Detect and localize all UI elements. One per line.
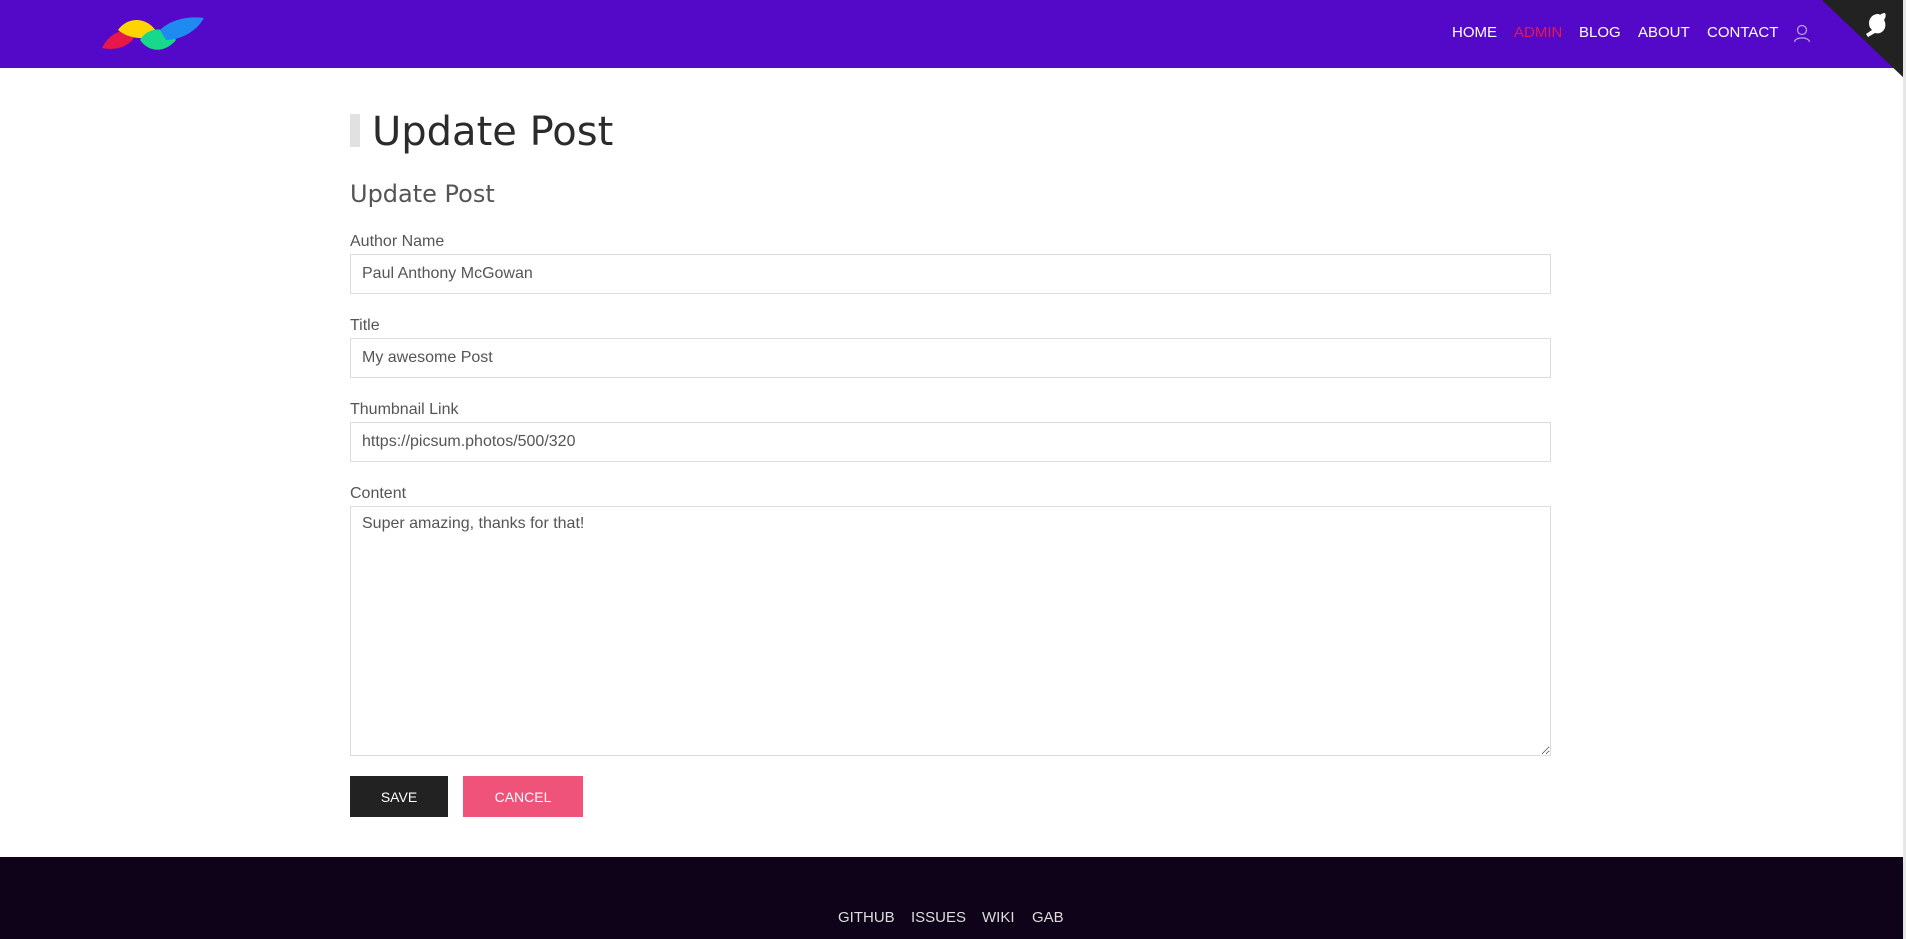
footer-link-wiki[interactable]: WIKI — [982, 909, 1015, 926]
nav-link-about[interactable]: ABOUT — [1638, 24, 1690, 41]
title-accent-bar — [350, 114, 360, 147]
nav-link-contact[interactable]: CONTACT — [1707, 24, 1778, 41]
nav-link-blog[interactable]: BLOG — [1579, 24, 1621, 41]
footer-link-gab[interactable]: GAB — [1032, 909, 1064, 926]
title-input[interactable] — [350, 338, 1551, 378]
author-name-input[interactable] — [350, 254, 1551, 294]
content-textarea[interactable]: Super amazing, thanks for that! — [350, 506, 1551, 756]
thumbnail-link-label: Thumbnail Link — [350, 401, 459, 418]
save-button[interactable]: SAVE — [350, 776, 448, 817]
footer-link-github[interactable]: GITHUB — [838, 909, 895, 926]
title-label: Title — [350, 317, 380, 334]
form-title: Update Post — [350, 180, 495, 208]
navbar: HOME ADMIN BLOG ABOUT CONTACT — [0, 0, 1903, 68]
page: HOME ADMIN BLOG ABOUT CONTACT Update Pos… — [0, 0, 1906, 939]
nav-link-admin[interactable]: ADMIN — [1514, 24, 1562, 41]
user-icon[interactable] — [1793, 24, 1811, 43]
footer-link-issues[interactable]: ISSUES — [911, 909, 966, 926]
content-label: Content — [350, 485, 407, 502]
thumbnail-link-input[interactable] — [350, 422, 1551, 462]
cancel-button[interactable]: CANCEL — [463, 776, 583, 817]
footer: GITHUB ISSUES WIKI GAB — [0, 857, 1903, 939]
author-name-label: Author Name — [350, 233, 445, 250]
page-title: Update Post — [372, 109, 614, 155]
github-corner-icon[interactable] — [1822, 0, 1906, 80]
nav-link-home[interactable]: HOME — [1452, 24, 1497, 41]
brand-logo[interactable] — [100, 14, 206, 54]
